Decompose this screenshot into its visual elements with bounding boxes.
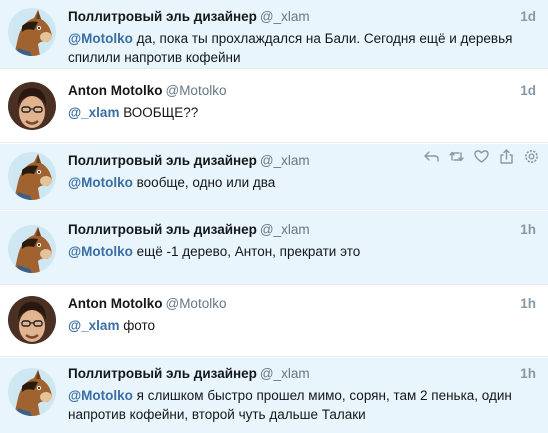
reply-icon[interactable] [423,148,440,165]
tweet-body: фото [119,318,156,333]
tweet-content: Anton Motolko @Motolko 1d @_xlam ВООБЩЕ?? [68,82,536,122]
tweet-body: да, пока ты прохлаждался на Бали. Сегодн… [68,31,513,65]
tweet[interactable]: Поллитровый эль дизайнер @_xlam @Motolko … [0,144,548,210]
timestamp[interactable]: 1h [520,295,536,313]
conversation-feed: Поллитровый эль дизайнер @_xlam 1d @Motol… [0,0,548,433]
tweet[interactable]: Поллитровый эль дизайнер @_xlam 1d @Motol… [0,0,548,69]
author-name[interactable]: Поллитровый эль дизайнер [68,366,257,381]
tweet-text: @Motolko ещё -1 дерево, Антон, прекрати … [68,242,536,261]
tweet-actions [423,148,540,165]
tweet-content: Anton Motolko @Motolko 1h @_xlam фото [68,295,536,335]
author-handle[interactable]: @_xlam [260,366,310,381]
tweet[interactable]: Поллитровый эль дизайнер @_xlam 1h @Motol… [0,358,548,433]
tweet[interactable]: Поллитровый эль дизайнер @_xlam 1h @Motol… [0,211,548,285]
tweet-text: @Motolko вообще, одно или два [68,173,536,192]
author-handle[interactable]: @Motolko [165,296,226,311]
tweet-text: @Motolko я слишком быстро прошел мимо, с… [68,386,536,424]
author-handle[interactable]: @Motolko [165,83,226,98]
timestamp[interactable]: 1d [520,82,536,100]
tweet-body: ВООБЩЕ?? [119,105,199,120]
share-icon[interactable] [498,148,515,165]
author-handle[interactable]: @_xlam [260,153,310,168]
horse-avatar[interactable] [8,225,56,273]
mention-link[interactable]: @Motolko [68,388,133,403]
timestamp[interactable]: 1d [520,8,536,26]
author-name[interactable]: Поллитровый эль дизайнер [68,153,257,168]
like-icon[interactable] [473,148,490,165]
tweet-content: Поллитровый эль дизайнер @_xlam 1h @Motol… [68,365,536,424]
author-name[interactable]: Anton Motolko [68,296,162,311]
tweet-text: @Motolko да, пока ты прохлаждался на Бал… [68,29,536,67]
tweet[interactable]: Anton Motolko @Motolko 1h @_xlam фото [0,286,548,357]
person-avatar[interactable] [8,82,56,130]
author-handle[interactable]: @_xlam [260,222,310,237]
mention-link[interactable]: @Motolko [68,244,133,259]
author-name[interactable]: Anton Motolko [68,83,162,98]
person-avatar[interactable] [8,296,56,344]
tweet[interactable]: Anton Motolko @Motolko 1d @_xlam ВООБЩЕ?? [0,70,548,143]
tweet-body: я слишком быстро прошел мимо, сорян, там… [68,388,512,422]
mention-link[interactable]: @_xlam [68,105,119,120]
mention-link[interactable]: @Motolko [68,31,133,46]
horse-avatar[interactable] [8,8,56,56]
horse-avatar[interactable] [8,152,56,200]
horse-avatar[interactable] [8,368,56,416]
mention-link[interactable]: @_xlam [68,318,119,333]
author-name[interactable]: Поллитровый эль дизайнер [68,9,257,24]
tweet-content: Поллитровый эль дизайнер @_xlam 1h @Motol… [68,221,536,261]
tweet-body: ещё -1 дерево, Антон, прекрати это [132,244,361,259]
timestamp[interactable]: 1h [520,365,536,383]
tweet-header: Поллитровый эль дизайнер @_xlam [68,365,536,383]
tweet-header: Поллитровый эль дизайнер @_xlam [68,221,536,239]
author-name[interactable]: Поллитровый эль дизайнер [68,222,257,237]
tweet-header: Anton Motolko @Motolko [68,295,536,313]
tweet-text: @_xlam ВООБЩЕ?? [68,103,536,122]
tweet-text: @_xlam фото [68,316,536,335]
timestamp[interactable]: 1h [520,221,536,239]
tweet-header: Поллитровый эль дизайнер @_xlam [68,8,536,26]
tweet-header: Anton Motolko @Motolko [68,82,536,100]
settings-icon[interactable] [523,148,540,165]
tweet-body: вообще, одно или два [132,175,276,190]
author-handle[interactable]: @_xlam [260,9,310,24]
retweet-icon[interactable] [448,148,465,165]
mention-link[interactable]: @Motolko [68,175,133,190]
tweet-content: Поллитровый эль дизайнер @_xlam 1d @Motol… [68,8,536,67]
